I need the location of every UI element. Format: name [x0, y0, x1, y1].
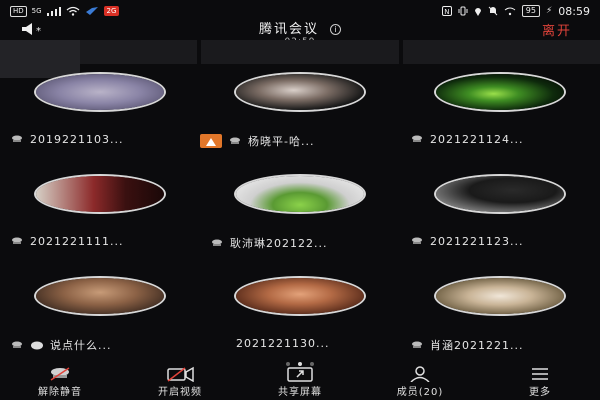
participant-tile[interactable]: 肖涵2021221...: [400, 264, 600, 366]
muted-mic-icon: [230, 137, 240, 144]
unmute-label: 解除静音: [38, 387, 82, 398]
charging-icon: ⚡: [545, 6, 553, 16]
participant-name: 2021221124...: [430, 133, 524, 146]
avatar: [434, 174, 566, 214]
muted-mic-icon: [12, 135, 22, 142]
participant-name: 肖涵2021221...: [430, 339, 524, 352]
participant-name: 2021221130...: [236, 337, 330, 350]
muted-mic-icon: [12, 341, 22, 348]
share-screen-button[interactable]: 共享屏幕: [250, 366, 350, 398]
svg-text:N: N: [444, 8, 449, 16]
bird-icon: [85, 7, 98, 15]
camera-off-icon: [167, 366, 194, 382]
participant-tile[interactable]: 2021221111...: [0, 162, 200, 264]
muted-mic-icon: [212, 239, 222, 246]
participant-name: 杨晓平-哈...: [248, 135, 315, 148]
members-button[interactable]: 成员(20): [370, 366, 470, 398]
participant-name: 2021221123...: [430, 235, 524, 248]
more-label: 更多: [529, 387, 551, 398]
leave-button[interactable]: 离开: [542, 20, 572, 39]
avatar: [434, 72, 566, 112]
muted-mic-icon: [412, 135, 422, 142]
info-icon[interactable]: i: [330, 24, 342, 35]
speaking-badge: [200, 134, 222, 148]
avatar: [34, 276, 166, 316]
participant-tile[interactable]: 说点什么...: [0, 264, 200, 366]
avatar: [34, 72, 166, 112]
meeting-title[interactable]: 腾讯会议: [259, 22, 319, 37]
avatar: [234, 72, 366, 112]
person-icon: [206, 138, 216, 146]
mic-muted-icon: [50, 367, 70, 381]
participant-tile[interactable]: 2021221130...: [200, 264, 400, 366]
participant-tile[interactable]: 耿沛琳202122...: [200, 162, 400, 264]
participant-name: 耿沛琳202122...: [230, 237, 328, 250]
video-label: 开启视频: [158, 387, 202, 398]
network-label: 5G: [31, 7, 42, 15]
share-label: 共享屏幕: [278, 387, 322, 398]
app-badge: 2G: [103, 6, 120, 16]
menu-icon: [532, 368, 548, 380]
avatar: [34, 174, 166, 214]
avatar: [234, 276, 366, 316]
muted-mic-icon: [12, 237, 22, 244]
wifi-small-icon: [504, 7, 516, 15]
participant-name: 说点什么...: [50, 339, 112, 352]
muted-mic-icon: [412, 341, 422, 348]
mute-bell-icon: [488, 6, 498, 16]
vibrate-icon: [458, 6, 468, 16]
avatar: [234, 174, 366, 214]
unmute-button[interactable]: 解除静音: [10, 366, 110, 398]
start-video-button[interactable]: 开启视频: [130, 366, 230, 398]
muted-mic-icon: [412, 237, 422, 244]
share-screen-icon: [287, 367, 313, 382]
participant-tile[interactable]: 2019221103...: [0, 60, 200, 162]
members-label: 成员(20): [396, 387, 444, 398]
nfc-icon: N: [441, 6, 452, 16]
participant-name: 2021221111...: [30, 235, 124, 248]
signal-icon: [46, 6, 61, 16]
participant-name: 2019221103...: [30, 133, 124, 146]
participant-tile[interactable]: 2021221124...: [400, 60, 600, 162]
members-icon: [410, 366, 430, 382]
participant-tile[interactable]: 杨晓平-哈...: [200, 60, 400, 162]
meeting-header: * 腾讯会议 i 02:59 离开: [0, 16, 600, 47]
participant-tile[interactable]: 2021221123...: [400, 162, 600, 264]
avatar: [434, 276, 566, 316]
participant-grid: 2019221103... 杨晓平-哈... 2021221124... 202…: [0, 60, 600, 365]
location-icon: [474, 8, 481, 16]
hd-indicator: HD: [10, 5, 27, 17]
wifi-icon: [66, 6, 79, 16]
bottom-toolbar: 解除静音 开启视频 共享屏幕 成员(20) 更多: [0, 366, 600, 400]
more-button[interactable]: 更多: [490, 366, 590, 398]
chat-bubble-icon: [31, 341, 43, 349]
